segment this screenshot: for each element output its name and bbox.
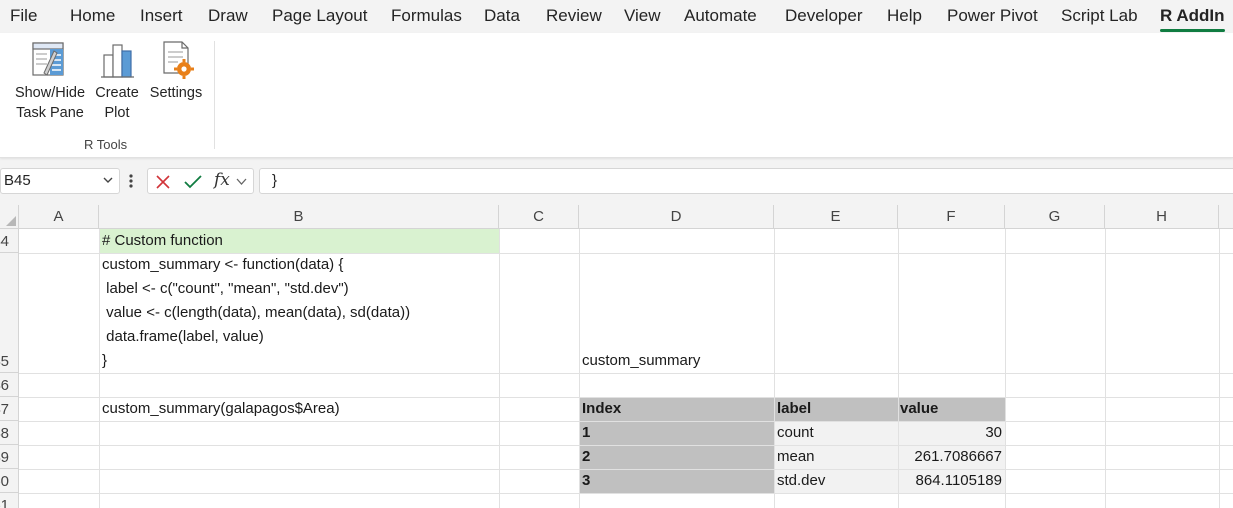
table-header-value[interactable]: value xyxy=(900,397,938,421)
tab-script-lab[interactable]: Script Lab xyxy=(1061,6,1138,26)
row-number: 45 xyxy=(0,353,9,370)
column-header-c[interactable]: C xyxy=(499,205,579,229)
tab-review[interactable]: Review xyxy=(546,6,602,26)
group-separator xyxy=(214,41,215,149)
row-header-50[interactable]: 50 xyxy=(0,469,19,493)
table-row-index[interactable]: 1 xyxy=(582,421,590,445)
row-number: 49 xyxy=(0,449,9,466)
name-box[interactable]: B45 xyxy=(0,168,120,194)
column-header-h[interactable]: H xyxy=(1105,205,1219,229)
table-row-index[interactable]: 2 xyxy=(582,445,590,469)
column-header-next[interactable] xyxy=(1219,205,1233,229)
settings-button[interactable]: Settings xyxy=(146,39,206,103)
tab-data[interactable]: Data xyxy=(484,6,520,26)
cell-b45-line5[interactable]: } xyxy=(102,349,107,373)
worksheet-grid: A B C D E F G H 44 45 46 47 48 49 50 51 … xyxy=(0,205,1233,508)
column-header-a[interactable]: A xyxy=(19,205,99,229)
tab-help[interactable]: Help xyxy=(887,6,922,26)
group-label-r-tools: R Tools xyxy=(84,137,128,152)
show-hide-label-line1: Show/Hide xyxy=(14,85,86,101)
table-row-label[interactable]: std.dev xyxy=(777,469,825,493)
row-header-49[interactable]: 49 xyxy=(0,445,19,469)
tab-page-layout[interactable]: Page Layout xyxy=(272,6,367,26)
row-number: 48 xyxy=(0,425,9,442)
fx-chevron-down-icon[interactable] xyxy=(236,178,247,186)
tab-developer[interactable]: Developer xyxy=(785,6,863,26)
tab-automate[interactable]: Automate xyxy=(684,6,757,26)
cell-b47[interactable]: custom_summary(galapagos$Area) xyxy=(102,397,340,421)
cell-b45-line4[interactable]: data.frame(label, value) xyxy=(102,325,264,349)
tab-view[interactable]: View xyxy=(624,6,661,26)
tab-formulas[interactable]: Formulas xyxy=(391,6,462,26)
table-row-index[interactable]: 3 xyxy=(582,469,590,493)
cell-d45[interactable]: custom_summary xyxy=(582,349,700,373)
tab-power-pivot[interactable]: Power Pivot xyxy=(947,6,1038,26)
table-row-value[interactable]: 261.7086667 xyxy=(898,445,1002,469)
row-number: 46 xyxy=(0,377,9,394)
insert-function-icon[interactable]: fx xyxy=(214,170,230,190)
formula-actions: fx xyxy=(147,168,254,194)
row-number: 47 xyxy=(0,401,9,418)
cell-b45-line3[interactable]: value <- c(length(data), mean(data), sd(… xyxy=(102,301,410,325)
tab-file[interactable]: File xyxy=(10,6,37,26)
show-hide-task-pane-button[interactable]: Show/Hide Task Pane xyxy=(10,39,90,123)
more-options-icon[interactable] xyxy=(129,174,133,188)
tab-insert[interactable]: Insert xyxy=(140,6,183,26)
column-header-g[interactable]: G xyxy=(1005,205,1105,229)
column-header-b[interactable]: B xyxy=(99,205,499,229)
bar-chart-icon xyxy=(101,44,134,78)
name-box-value: B45 xyxy=(4,172,31,189)
create-plot-button[interactable]: Create Plot xyxy=(93,39,141,123)
settings-document-icon xyxy=(163,41,194,79)
ribbon-tabs: File Home Insert Draw Page Layout Formul… xyxy=(0,0,1233,32)
column-header-e[interactable]: E xyxy=(774,205,898,229)
row-header-44[interactable]: 44 xyxy=(0,229,19,253)
create-plot-label-line1: Create xyxy=(95,85,139,101)
column-header-f[interactable]: F xyxy=(898,205,1005,229)
cell-b45-line2[interactable]: label <- c("count", "mean", "std.dev") xyxy=(102,277,348,301)
ribbon-panel: Show/Hide Task Pane Create Plot Settings… xyxy=(0,33,1233,158)
table-row-value[interactable]: 864.1105189 xyxy=(898,469,1002,493)
row-header-46[interactable]: 46 xyxy=(0,373,19,397)
tab-draw[interactable]: Draw xyxy=(208,6,248,26)
cell-b44[interactable]: # Custom function xyxy=(102,229,223,253)
row-number: 44 xyxy=(0,233,9,250)
table-row-label[interactable]: count xyxy=(777,421,814,445)
row-header-51[interactable]: 51 xyxy=(0,493,19,508)
column-header-d[interactable]: D xyxy=(579,205,774,229)
select-all-corner[interactable] xyxy=(0,205,19,229)
table-header-index[interactable]: Index xyxy=(582,397,621,421)
row-header-45[interactable]: 45 xyxy=(0,253,19,373)
row-number: 51 xyxy=(0,497,9,508)
cell-b45-line1[interactable]: custom_summary <- function(data) { xyxy=(102,253,343,277)
task-pane-icon xyxy=(32,42,64,76)
chevron-down-icon[interactable] xyxy=(103,175,113,185)
table-header-label[interactable]: label xyxy=(777,397,811,421)
tab-r-addin[interactable]: R AddIn xyxy=(1160,6,1225,32)
create-plot-label-line2: Plot xyxy=(104,105,130,121)
tab-home[interactable]: Home xyxy=(70,6,115,26)
table-row-value[interactable]: 30 xyxy=(898,421,1002,445)
row-header-47[interactable]: 47 xyxy=(0,397,19,421)
table-row-label[interactable]: mean xyxy=(777,445,815,469)
formula-input[interactable]: } xyxy=(259,168,1233,194)
formula-bar: B45 fx } xyxy=(0,163,1233,199)
enter-checkmark-icon[interactable] xyxy=(184,174,202,190)
settings-label: Settings xyxy=(149,85,203,101)
row-header-48[interactable]: 48 xyxy=(0,421,19,445)
show-hide-label-line2: Task Pane xyxy=(16,105,84,121)
cancel-icon[interactable] xyxy=(155,174,171,190)
row-number: 50 xyxy=(0,473,9,490)
